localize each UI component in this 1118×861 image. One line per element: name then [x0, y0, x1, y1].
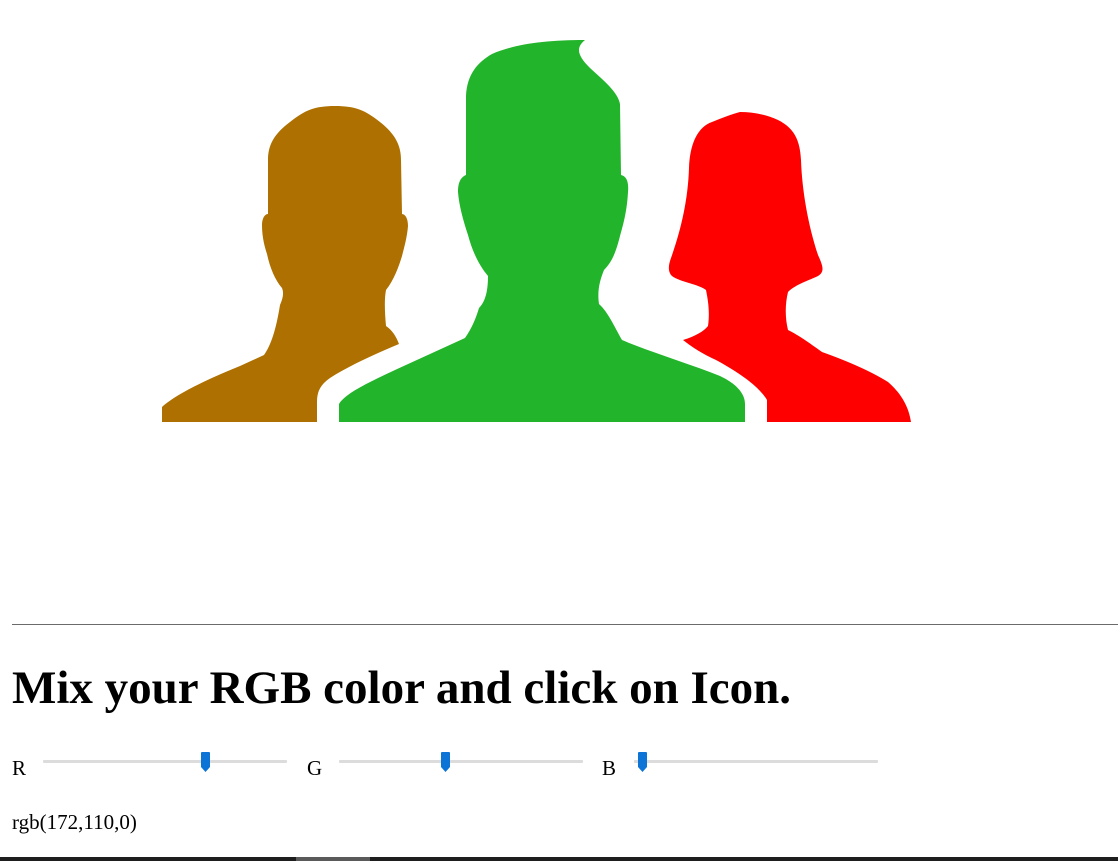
- green-slider-label: G: [307, 756, 323, 780]
- red-slider-track: [43, 760, 287, 763]
- red-slider-label: R: [12, 756, 27, 780]
- green-slider-thumb[interactable]: [441, 752, 451, 772]
- people-icon-stage: [0, 0, 1118, 600]
- red-slider-thumb[interactable]: [200, 752, 210, 772]
- users-group-icon: [162, 40, 911, 422]
- scrollbar-thumb[interactable]: [296, 857, 370, 861]
- red-slider[interactable]: [43, 750, 287, 774]
- blue-slider-track: [634, 760, 878, 763]
- horizontal-rule: [12, 624, 1118, 625]
- blue-slider-thumb[interactable]: [638, 752, 647, 772]
- rgb-readout: rgb(172,110,0): [12, 810, 137, 834]
- blue-slider[interactable]: [634, 750, 878, 774]
- blue-slider-label: B: [602, 756, 617, 780]
- horizontal-scrollbar[interactable]: [0, 857, 1118, 861]
- green-slider-track: [339, 760, 583, 763]
- green-slider[interactable]: [339, 750, 583, 774]
- page-heading: Mix your RGB color and click on Icon.: [12, 662, 792, 714]
- left-person-icon[interactable]: [162, 106, 408, 422]
